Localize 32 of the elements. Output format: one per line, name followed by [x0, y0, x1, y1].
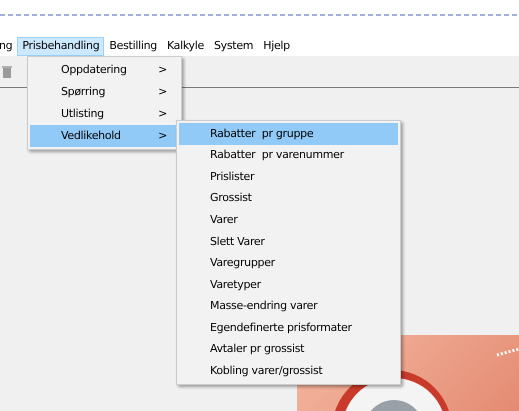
submenu-arrow: >: [158, 128, 167, 144]
menu-item[interactable]: ng: [0, 37, 18, 56]
menu-item[interactable]: System: [208, 37, 258, 56]
menu-item[interactable]: Varegrupper: [179, 252, 398, 274]
submenu-arrow: >: [158, 106, 167, 122]
menu-item[interactable]: Bestilling: [104, 37, 162, 56]
menu-item[interactable]: Kobling varer/grossist: [179, 360, 398, 382]
menu-item[interactable]: Varer: [179, 209, 398, 231]
menu-item[interactable]: Oppdatering >: [30, 59, 179, 81]
menu-item-label: Spørring: [61, 84, 106, 100]
menu-item[interactable]: Prislister: [179, 166, 398, 188]
menu-item[interactable]: Spørring >: [30, 81, 179, 103]
menu-item-label: Utlisting: [61, 106, 104, 122]
menu-item[interactable]: Prisbehandling: [17, 37, 104, 56]
menu-item[interactable]: Kalkyle: [162, 37, 209, 56]
menu-item-label: Vedlikehold: [61, 128, 121, 144]
stitch-mark: [496, 348, 519, 356]
menu-item-label: Oppdatering: [61, 62, 127, 78]
menu-item[interactable]: Utlisting >: [30, 103, 179, 125]
submenu-arrow: >: [158, 84, 167, 100]
menu-item[interactable]: Grossist: [179, 188, 398, 210]
menu-item[interactable]: Egendefinerte prisformater: [179, 317, 398, 339]
menu-item[interactable]: Vedlikehold >: [30, 125, 179, 147]
menu-item[interactable]: Slett Varer: [179, 230, 398, 253]
trash-can-icon[interactable]: [2, 64, 12, 78]
menu-item[interactable]: Varetyper: [179, 274, 398, 296]
menu-item[interactable]: Rabatter pr gruppe: [179, 123, 398, 145]
menu-item[interactable]: Avtaler pr grossist: [179, 338, 398, 361]
submenu-arrow: >: [158, 62, 167, 78]
menu-item[interactable]: Masse-endring varer: [179, 296, 398, 318]
menu-item[interactable]: Hjelp: [258, 37, 295, 56]
menu-item[interactable]: Rabatter pr varenummer: [179, 144, 398, 166]
